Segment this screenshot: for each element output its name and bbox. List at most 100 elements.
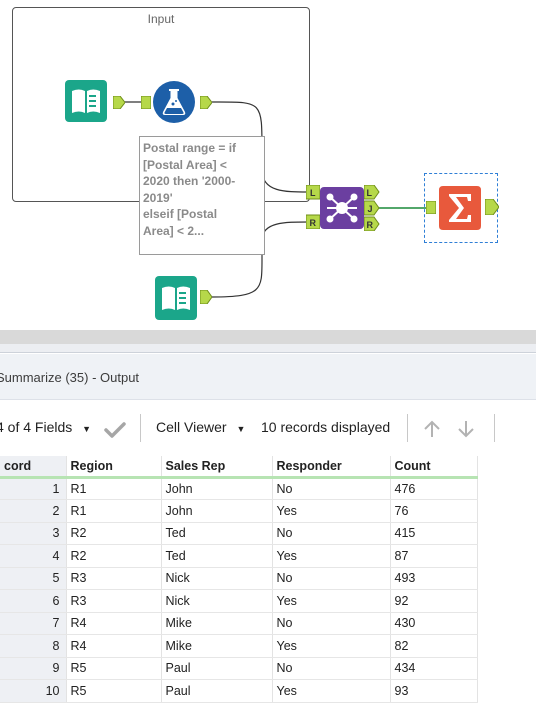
cell-sales-rep[interactable]: Paul xyxy=(161,679,273,703)
cell-region[interactable]: R2 xyxy=(66,522,162,545)
record-number: 3 xyxy=(0,522,67,545)
pane-splitter[interactable] xyxy=(0,330,536,344)
cell-count[interactable]: 87 xyxy=(390,544,478,568)
cell-sales-rep[interactable]: Ted xyxy=(161,522,273,545)
cell-count[interactable]: 493 xyxy=(390,567,478,590)
column-header-responder[interactable]: Responder xyxy=(272,456,391,479)
cell-region[interactable]: R3 xyxy=(66,567,162,590)
results-toolbar: 4 of 4 Fields ▼ Cell Viewer ▼ 10 records… xyxy=(0,401,536,453)
column-header-region[interactable]: Region xyxy=(66,456,162,479)
cell-sales-rep[interactable]: John xyxy=(161,477,273,500)
summarize-tool[interactable] xyxy=(437,186,481,230)
table-header-row: cord Region Sales Rep Responder Count xyxy=(0,456,478,479)
results-header: Summarize (35) - Output xyxy=(0,354,536,400)
toolbar-separator xyxy=(140,414,141,442)
cell-responder[interactable]: No xyxy=(272,522,391,545)
cell-region[interactable]: R5 xyxy=(66,657,162,680)
cell-region[interactable]: R4 xyxy=(66,634,162,658)
svg-text:J: J xyxy=(368,204,373,214)
results-grid[interactable]: cord Region Sales Rep Responder Count 1 … xyxy=(0,456,478,703)
pane-divider xyxy=(0,344,536,353)
cell-region[interactable]: R1 xyxy=(66,499,162,523)
cell-count[interactable]: 92 xyxy=(390,589,478,613)
book-icon xyxy=(155,276,197,320)
input-data-tool[interactable] xyxy=(65,80,107,122)
table-row[interactable]: 5 R3 Nick No 493 xyxy=(0,567,478,590)
table-row[interactable]: 7 R4 Mike No 430 xyxy=(0,612,478,635)
cell-responder[interactable]: Yes xyxy=(272,499,391,523)
svg-text:R: R xyxy=(367,220,374,230)
flask-icon xyxy=(153,81,195,123)
checkmark-icon[interactable] xyxy=(104,421,126,439)
join-icon xyxy=(320,187,364,229)
column-header-sales-rep[interactable]: Sales Rep xyxy=(161,456,273,479)
cell-region[interactable]: R5 xyxy=(66,679,162,703)
connections-layer xyxy=(124,101,426,298)
cell-count[interactable]: 93 xyxy=(390,679,478,703)
chevron-down-icon: ▼ xyxy=(236,424,246,434)
cell-count[interactable]: 415 xyxy=(390,522,478,545)
table-row[interactable]: 8 R4 Mike Yes 82 xyxy=(0,634,478,658)
cell-viewer-dropdown[interactable]: Cell Viewer ▼ xyxy=(156,419,245,435)
join-tool[interactable] xyxy=(320,187,364,229)
arrow-up-icon[interactable] xyxy=(422,419,442,439)
cell-responder[interactable]: Yes xyxy=(272,634,391,658)
cell-sales-rep[interactable]: Ted xyxy=(161,544,273,568)
record-number: 2 xyxy=(0,499,67,523)
output-anchor[interactable] xyxy=(200,96,212,109)
tool-annotation: Postal range = if [Postal Area] < 2020 t… xyxy=(139,136,265,255)
cell-region[interactable]: R1 xyxy=(66,477,162,500)
table-row[interactable]: 9 R5 Paul No 434 xyxy=(0,657,478,680)
cell-responder[interactable]: No xyxy=(272,657,391,680)
cell-responder[interactable]: No xyxy=(272,477,391,500)
cell-viewer-label: Cell Viewer xyxy=(156,419,227,435)
cell-region[interactable]: R4 xyxy=(66,612,162,635)
input-data-tool-2[interactable] xyxy=(155,276,197,320)
cell-responder[interactable]: Yes xyxy=(272,589,391,613)
cell-responder[interactable]: Yes xyxy=(272,544,391,568)
annotation-line: Area] < 2... xyxy=(143,223,205,238)
record-number: 9 xyxy=(0,657,67,680)
column-header-count[interactable]: Count xyxy=(390,456,478,479)
cell-count[interactable]: 82 xyxy=(390,634,478,658)
cell-count[interactable]: 434 xyxy=(390,657,478,680)
cell-sales-rep[interactable]: Mike xyxy=(161,612,273,635)
column-header-record[interactable]: cord xyxy=(0,456,67,479)
cell-sales-rep[interactable]: Paul xyxy=(161,657,273,680)
workflow-canvas[interactable]: Input Postal range = if [Postal Area] < … xyxy=(0,0,536,330)
join-output-anchors[interactable]: L J R xyxy=(364,185,380,231)
table-row[interactable]: 10 R5 Paul Yes 93 xyxy=(0,679,478,703)
table-row[interactable]: 4 R2 Ted Yes 87 xyxy=(0,544,478,568)
table-row[interactable]: 6 R3 Nick Yes 92 xyxy=(0,589,478,613)
table-row[interactable]: 3 R2 Ted No 415 xyxy=(0,522,478,545)
cell-responder[interactable]: Yes xyxy=(272,679,391,703)
cell-sales-rep[interactable]: Nick xyxy=(161,589,273,613)
table-row[interactable]: 1 R1 John No 476 xyxy=(0,477,478,500)
formula-tool[interactable] xyxy=(152,80,195,123)
cell-sales-rep[interactable]: Nick xyxy=(161,567,273,590)
annotation-line: 2020 then '2000- xyxy=(143,174,236,188)
input-anchor[interactable] xyxy=(141,96,151,109)
cell-sales-rep[interactable]: John xyxy=(161,499,273,523)
cell-sales-rep[interactable]: Mike xyxy=(161,634,273,658)
fields-dropdown[interactable]: 4 of 4 Fields ▼ xyxy=(0,419,91,435)
table-row[interactable]: 2 R1 John Yes 76 xyxy=(0,499,478,523)
cell-count[interactable]: 76 xyxy=(390,499,478,523)
cell-region[interactable]: R2 xyxy=(66,544,162,568)
arrow-down-icon[interactable] xyxy=(456,419,476,439)
output-anchor[interactable] xyxy=(113,96,125,109)
fields-label: 4 of 4 Fields xyxy=(0,419,73,435)
record-number: 10 xyxy=(0,679,67,703)
join-input-anchors[interactable]: L R xyxy=(306,185,320,229)
record-number: 5 xyxy=(0,567,67,590)
cell-count[interactable]: 476 xyxy=(390,477,478,500)
output-anchor[interactable] xyxy=(200,290,212,304)
cell-count[interactable]: 430 xyxy=(390,612,478,635)
svg-text:R: R xyxy=(310,218,317,228)
cell-responder[interactable]: No xyxy=(272,567,391,590)
output-anchor[interactable] xyxy=(485,199,499,215)
input-anchor[interactable] xyxy=(426,201,436,214)
cell-responder[interactable]: No xyxy=(272,612,391,635)
cell-region[interactable]: R3 xyxy=(66,589,162,613)
record-number: 4 xyxy=(0,544,67,568)
